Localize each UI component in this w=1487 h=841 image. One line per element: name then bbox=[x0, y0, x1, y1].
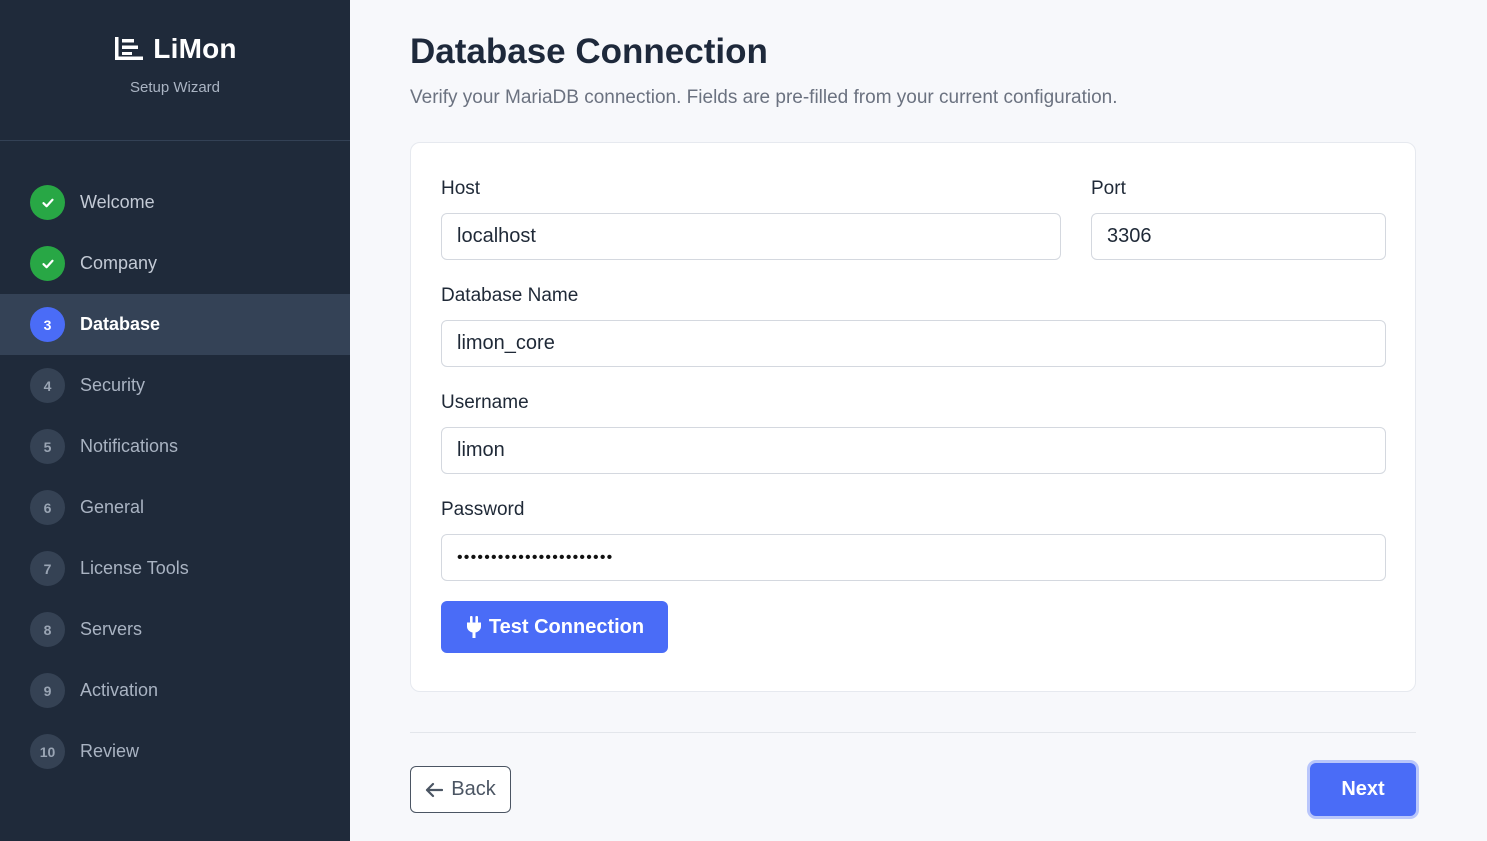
check-icon bbox=[30, 246, 65, 281]
step-number: 7 bbox=[30, 551, 65, 586]
step-label: License Tools bbox=[80, 558, 189, 578]
brand-name: LiMon bbox=[153, 33, 237, 64]
step-label: General bbox=[80, 497, 145, 517]
brand-subtitle: Setup Wizard bbox=[129, 79, 221, 96]
step-label: Database bbox=[80, 314, 161, 334]
step-label: Servers bbox=[80, 619, 143, 639]
step-number: 5 bbox=[30, 429, 65, 464]
test-connection-label: Test Connection bbox=[488, 615, 645, 638]
arrow-left-icon bbox=[426, 782, 444, 797]
host-input[interactable] bbox=[441, 213, 1061, 260]
step-number: 10 bbox=[30, 734, 65, 769]
page-title: Database Connection bbox=[410, 32, 768, 71]
brand: LiMon Setup Wizard bbox=[0, 0, 350, 141]
password-label: Password bbox=[441, 499, 525, 520]
wizard-steps: Welcome Company 3 Database 4 Security 5 … bbox=[0, 172, 350, 782]
step-number: 9 bbox=[30, 673, 65, 708]
step-review[interactable]: 10 Review bbox=[0, 721, 350, 782]
password-input[interactable]: ••••••••••••••••••••••• bbox=[441, 534, 1386, 581]
step-company[interactable]: Company bbox=[0, 233, 350, 294]
step-database[interactable]: 3 Database bbox=[0, 294, 350, 355]
plug-icon bbox=[466, 616, 481, 638]
check-icon bbox=[30, 185, 65, 220]
step-number: 8 bbox=[30, 612, 65, 647]
test-connection-button[interactable]: Test Connection bbox=[441, 601, 668, 653]
host-label: Host bbox=[441, 178, 481, 199]
step-label: Security bbox=[80, 375, 146, 395]
username-label: Username bbox=[441, 392, 529, 413]
footer-divider bbox=[410, 732, 1416, 733]
database-name-label: Database Name bbox=[441, 285, 579, 306]
step-servers[interactable]: 8 Servers bbox=[0, 599, 350, 660]
step-general[interactable]: 6 General bbox=[0, 477, 350, 538]
step-activation[interactable]: 9 Activation bbox=[0, 660, 350, 721]
database-name-input[interactable] bbox=[441, 320, 1386, 367]
step-label: Review bbox=[80, 741, 140, 761]
username-input[interactable] bbox=[441, 427, 1386, 474]
step-welcome[interactable]: Welcome bbox=[0, 172, 350, 233]
back-button[interactable]: Back bbox=[410, 766, 511, 813]
chart-bars-icon bbox=[115, 37, 144, 60]
step-notifications[interactable]: 5 Notifications bbox=[0, 416, 350, 477]
step-number: 4 bbox=[30, 368, 65, 403]
step-security[interactable]: 4 Security bbox=[0, 355, 350, 416]
connection-form-card: Host Port Database Name Username Passwor… bbox=[410, 142, 1416, 692]
step-license-tools[interactable]: 7 License Tools bbox=[0, 538, 350, 599]
step-label: Notifications bbox=[80, 436, 179, 456]
step-number: 6 bbox=[30, 490, 65, 525]
step-label: Company bbox=[80, 253, 158, 273]
page-subtitle: Verify your MariaDB connection. Fields a… bbox=[410, 87, 1118, 108]
sidebar: LiMon Setup Wizard Welcome Company 3 Dat… bbox=[0, 0, 350, 841]
port-label: Port bbox=[1091, 178, 1126, 199]
back-label: Back bbox=[451, 778, 496, 800]
step-number: 3 bbox=[30, 307, 65, 342]
next-button[interactable]: Next bbox=[1310, 763, 1416, 816]
step-label: Activation bbox=[80, 680, 159, 700]
port-input[interactable] bbox=[1091, 213, 1386, 260]
step-label: Welcome bbox=[80, 192, 155, 212]
